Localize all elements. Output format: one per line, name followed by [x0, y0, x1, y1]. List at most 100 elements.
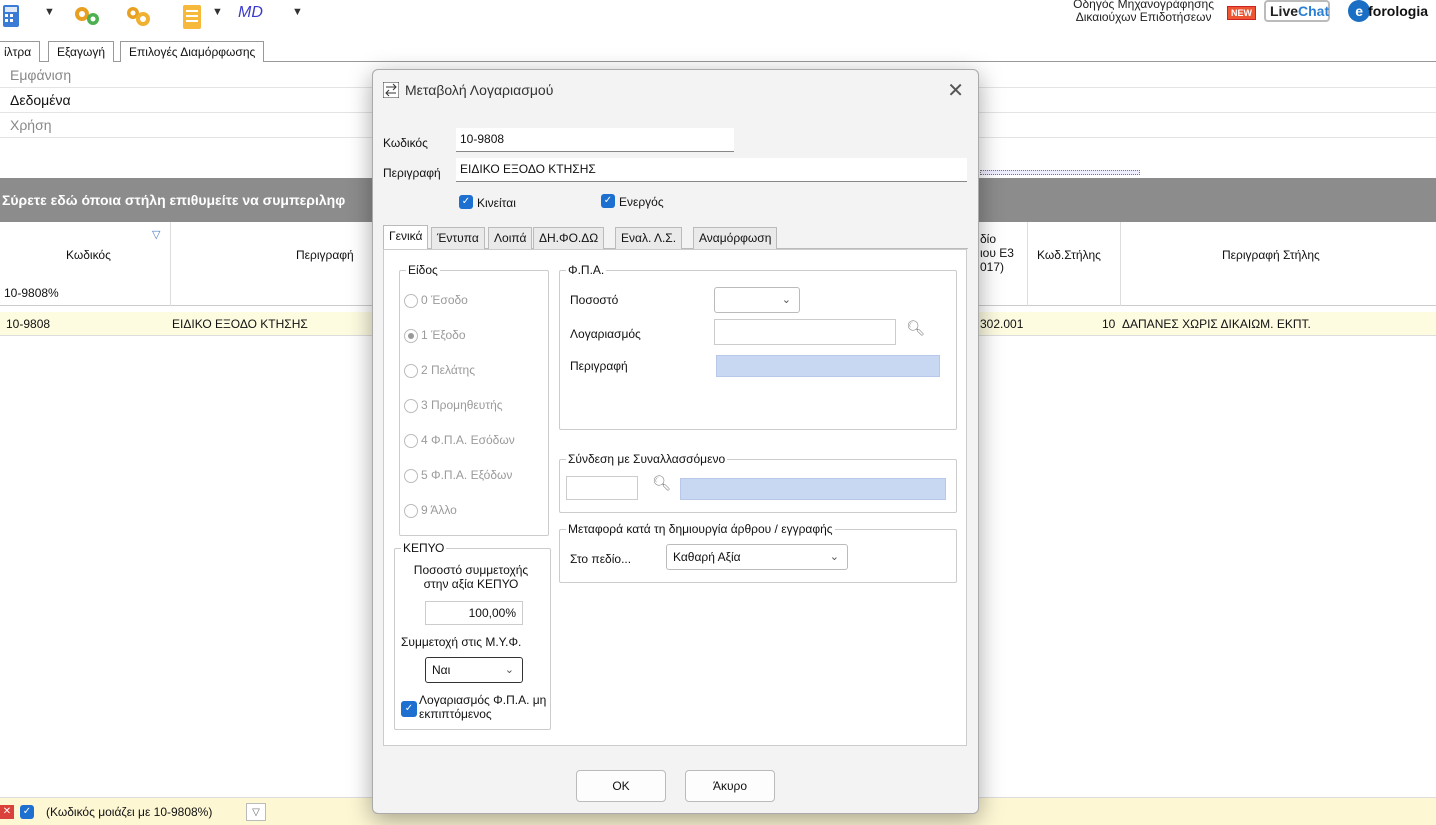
- transfer-field-select[interactable]: Καθαρή Αξία ⌄: [666, 544, 848, 570]
- tab-forms[interactable]: Έντυπα: [431, 227, 485, 249]
- kind-label-vat-expense: 5 Φ.Π.Α. Εξόδων: [421, 468, 513, 482]
- kind-radio-customer[interactable]: 2 Πελάτης: [404, 363, 475, 378]
- tab-alt-ls[interactable]: Εναλ. Λ.Σ.: [615, 227, 683, 249]
- header-e3-line3: 017): [980, 260, 1005, 274]
- header-e3-line1: δίο: [980, 232, 997, 246]
- scroll-indicator[interactable]: [980, 170, 1140, 175]
- kind-radio-vat-income[interactable]: 4 Φ.Π.Α. Εσόδων: [404, 433, 515, 448]
- header-column-code[interactable]: Κωδ.Στήλης: [1037, 248, 1101, 262]
- chevron-down-icon[interactable]: ▼: [44, 6, 55, 18]
- vat-nondeductible-checkbox[interactable]: ✓: [401, 701, 417, 717]
- myf-select[interactable]: Ναι ⌄: [425, 657, 523, 683]
- kind-radio-income[interactable]: 0 Έσοδο: [404, 293, 468, 308]
- ok-button[interactable]: OK: [576, 770, 666, 802]
- trader-description-field: [680, 478, 946, 500]
- row-e3-field: 302.001: [980, 317, 1024, 331]
- close-icon[interactable]: ✕: [947, 78, 964, 103]
- tab-other[interactable]: Λοιπά: [488, 227, 533, 249]
- header-code[interactable]: Κωδικός: [66, 248, 111, 262]
- vat-title: Φ.Π.Α.: [566, 263, 607, 277]
- livechat-live-text: Live: [1270, 3, 1299, 19]
- transfer-group: Μεταφορά κατά τη δημιουργία άρθρου / εγγ…: [559, 522, 957, 583]
- tab-filters[interactable]: ίλτρα: [0, 41, 41, 62]
- tab-export[interactable]: Εξαγωγή: [48, 41, 115, 62]
- kind-radio-supplier[interactable]: 3 Προμηθευτής: [404, 398, 503, 413]
- filter-history-dropdown[interactable]: ▽: [246, 803, 266, 821]
- clear-filter-icon[interactable]: ✕: [0, 805, 14, 819]
- eforologia-logo[interactable]: e forologia: [1348, 0, 1428, 22]
- filter-code-value[interactable]: 10-9808%: [4, 286, 59, 300]
- eforologia-text: forologia: [1368, 3, 1428, 19]
- kind-label-supplier: 3 Προμηθευτής: [421, 398, 503, 412]
- chevron-down-icon: ⌄: [781, 294, 791, 306]
- vat-nondeductible-label: Λογαριασμός Φ.Π.Α. μη εκπιπτόμενος: [419, 693, 547, 721]
- active-checkbox[interactable]: ✓: [601, 194, 615, 208]
- transfer-title: Μεταφορά κατά τη δημιουργία άρθρου / εγγ…: [566, 522, 835, 536]
- moves-checkbox[interactable]: ✓: [459, 195, 473, 209]
- settings-gears-icon[interactable]: [124, 4, 154, 28]
- new-badge: NEW: [1227, 6, 1256, 20]
- vat-account-input[interactable]: [714, 319, 896, 345]
- vat-percent-label: Ποσοστό: [570, 293, 619, 307]
- kepyo-percent-label: Ποσοστό συμμετοχής στην αξία ΚΕΠΥΟ: [413, 563, 529, 591]
- row-description: ΕΙΔΙΚΟ ΕΞΟΔΟ ΚΤΗΣΗΣ: [172, 317, 308, 331]
- filter-text: (Κωδικός μοιάζει με 10-9808%): [46, 805, 213, 819]
- vat-account-label: Λογαριασμός: [570, 327, 641, 341]
- filter-icon[interactable]: ▽: [152, 228, 160, 241]
- trader-code-input[interactable]: [566, 476, 638, 500]
- active-label: Ενεργός: [619, 195, 664, 209]
- kind-radio-expense[interactable]: 1 Έξοδο: [404, 328, 466, 343]
- kind-label-vat-income: 4 Φ.Π.Α. Εσόδων: [421, 433, 515, 447]
- kepyo-percent-input[interactable]: 100,00%: [425, 601, 523, 625]
- kind-radio-other[interactable]: 9 Άλλο: [404, 503, 457, 518]
- general-tab-panel: Είδος 0 Έσοδο 1 Έξοδο 2 Πελάτης 3 Προμηθ…: [383, 249, 967, 746]
- header-e3-line2: ιου Ε3: [980, 246, 1014, 260]
- ribbon-tabs: ίλτρα Εξαγωγή Επιλογές Διαμόρφωσης: [0, 38, 1436, 62]
- calculator-icon[interactable]: [2, 4, 24, 28]
- vat-description-label: Περιγραφή: [570, 359, 628, 373]
- kind-group: Είδος 0 Έσοδο 1 Έξοδο 2 Πελάτης 3 Προμηθ…: [399, 263, 549, 536]
- header-e3-field[interactable]: δίο ιου Ε3 017): [980, 232, 1014, 274]
- tab-difodo[interactable]: ΔΗ.ΦΟ.ΔΩ: [533, 227, 605, 249]
- gears-icon[interactable]: [72, 4, 102, 28]
- kind-title: Είδος: [406, 263, 440, 277]
- transfer-field-label: Στο πεδίο...: [570, 552, 632, 566]
- kind-label-expense: 1 Έξοδο: [421, 328, 466, 342]
- myf-label: Συμμετοχή στις Μ.Υ.Φ.: [401, 635, 522, 649]
- kind-label-income: 0 Έσοδο: [421, 293, 468, 307]
- livechat-chat-text: Chat: [1298, 3, 1330, 19]
- code-field[interactable]: 10-9808: [456, 128, 734, 152]
- trader-link-group: Σύνδεση με Συναλλασσόμενο 🔍︎: [559, 452, 957, 513]
- toolbar: ▼ ▼ MD ▼ Οδηγός Μηχανογράφησης Δικαιούχω…: [0, 0, 1436, 38]
- kind-label-customer: 2 Πελάτης: [421, 363, 475, 377]
- account-edit-dialog: Μεταβολή Λογαριασμού ✕ Κωδικός 10-9808 Π…: [372, 69, 979, 814]
- tab-adjustment[interactable]: Αναμόρφωση: [693, 227, 778, 249]
- kepyo-title: ΚΕΠΥΟ: [401, 541, 447, 555]
- guide-line-2: Δικαιούχων Επιδοτήσεων: [1075, 10, 1212, 24]
- chevron-down-icon: ⌄: [829, 551, 839, 563]
- chevron-down-icon[interactable]: ▼: [212, 6, 223, 18]
- tab-general[interactable]: Γενικά: [383, 225, 429, 250]
- md-logo[interactable]: MD: [238, 4, 263, 22]
- description-label: Περιγραφή: [383, 166, 441, 180]
- chevron-down-icon: ⌄: [504, 664, 514, 676]
- transfer-field-value: Καθαρή Αξία: [673, 550, 741, 564]
- vat-group: Φ.Π.Α. Ποσοστό ⌄ Λογαριασμός 🔍︎ Περιγραφ…: [559, 263, 957, 430]
- livechat-button[interactable]: LiveChat: [1264, 0, 1330, 22]
- vat-percent-select[interactable]: ⌄: [714, 287, 800, 313]
- kind-radio-vat-expense[interactable]: 5 Φ.Π.Α. Εξόδων: [404, 468, 512, 483]
- guide-link[interactable]: Οδηγός Μηχανογράφησης Δικαιούχων Επιδοτή…: [1073, 0, 1214, 24]
- search-icon[interactable]: 🔍︎: [906, 319, 925, 337]
- chevron-down-icon[interactable]: ▼: [292, 6, 303, 18]
- tab-layout-options[interactable]: Επιλογές Διαμόρφωσης: [120, 41, 265, 62]
- cancel-button[interactable]: Άκυρο: [685, 770, 775, 802]
- description-field[interactable]: ΕΙΔΙΚΟ ΕΞΟΔΟ ΚΤΗΣΗΣ: [456, 158, 967, 182]
- form-list-icon[interactable]: [182, 4, 204, 29]
- trader-link-title: Σύνδεση με Συναλλασσόμενο: [566, 452, 728, 466]
- search-icon[interactable]: 🔍︎: [652, 474, 671, 492]
- myf-value: Ναι: [432, 663, 451, 677]
- filter-enabled-checkbox[interactable]: ✓: [20, 805, 34, 819]
- header-column-description[interactable]: Περιγραφή Στήλης: [1222, 248, 1320, 262]
- code-label: Κωδικός: [383, 136, 428, 150]
- header-description[interactable]: Περιγραφή: [296, 248, 354, 262]
